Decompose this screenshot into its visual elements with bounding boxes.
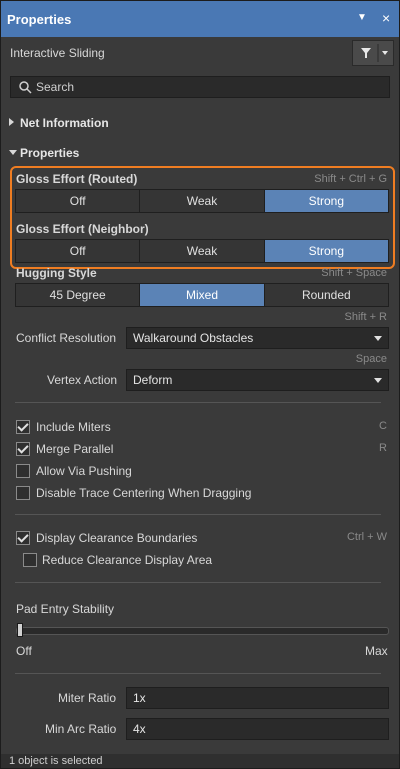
display-clearance-shortcut: Ctrl + W <box>346 531 387 543</box>
hugging-style-shortcut: Shift + Space <box>321 267 387 279</box>
gloss-routed-label: Gloss Effort (Routed) <box>16 172 138 186</box>
close-icon[interactable]: × <box>382 10 390 26</box>
section-net-information[interactable]: Net Information <box>20 116 109 130</box>
disable-trace-centering-checkbox[interactable] <box>16 486 30 500</box>
gloss-neighbor-off[interactable]: Off <box>16 240 140 262</box>
gloss-neighbor-label: Gloss Effort (Neighbor) <box>16 222 149 236</box>
reduce-clearance-label: Reduce Clearance Display Area <box>42 553 213 567</box>
include-miters-shortcut: C <box>379 420 387 432</box>
gloss-routed-shortcut: Shift + Ctrl + G <box>314 173 387 185</box>
merge-parallel-checkbox[interactable] <box>16 442 30 456</box>
miter-ratio-value: 1x <box>133 691 146 705</box>
expand-caret-icon[interactable] <box>9 118 14 126</box>
pin-dropdown-icon[interactable]: ▼ <box>357 12 367 23</box>
checkmark-icon <box>17 442 29 454</box>
checkmark-icon <box>17 531 29 543</box>
collapse-caret-icon[interactable] <box>9 150 17 155</box>
pad-entry-min-label: Off <box>16 644 32 658</box>
conflict-resolution-label: Conflict Resolution <box>16 331 117 345</box>
miter-ratio-label: Miter Ratio <box>58 691 117 705</box>
min-arc-ratio-label: Min Arc Ratio <box>45 722 117 736</box>
divider <box>15 402 381 403</box>
display-clearance-label: Display Clearance Boundaries <box>36 531 198 545</box>
merge-parallel-shortcut: R <box>379 442 387 454</box>
properties-panel: Properties ▼ × Interactive Sliding Searc… <box>0 0 400 769</box>
include-miters-checkbox[interactable] <box>16 420 30 434</box>
pad-entry-max-label: Max <box>365 644 388 658</box>
divider <box>15 582 381 583</box>
status-bar: 1 object is selected <box>1 754 399 768</box>
merge-parallel-label: Merge Parallel <box>36 442 114 456</box>
vertex-shortcut: Space <box>355 353 387 365</box>
vertex-action-label: Vertex Action <box>47 373 118 387</box>
vertex-action-value: Deform <box>133 373 173 387</box>
divider <box>15 673 381 674</box>
checkmark-icon <box>17 420 29 432</box>
search-icon <box>19 81 32 94</box>
allow-via-pushing-checkbox[interactable] <box>16 464 30 478</box>
gloss-neighbor-weak[interactable]: Weak <box>139 240 264 262</box>
filter-icon <box>361 44 388 62</box>
hugging-45-degree[interactable]: 45 Degree <box>16 284 140 306</box>
hugging-style-selector: 45 Degree Mixed Rounded <box>15 283 389 307</box>
section-properties[interactable]: Properties <box>20 146 79 160</box>
allow-via-pushing-label: Allow Via Pushing <box>36 464 132 478</box>
gloss-routed-selector: Off Weak Strong <box>15 189 389 213</box>
chevron-down-icon <box>374 336 382 341</box>
conflict-resolution-select[interactable]: Walkaround Obstacles <box>126 327 389 349</box>
hugging-style-label: Hugging Style <box>16 266 97 280</box>
gloss-routed-weak[interactable]: Weak <box>139 190 264 212</box>
pad-entry-slider-handle[interactable] <box>17 623 23 637</box>
hugging-rounded[interactable]: Rounded <box>263 284 388 306</box>
min-arc-ratio-input[interactable]: 4x <box>126 718 389 740</box>
conflict-resolution-value: Walkaround Obstacles <box>133 331 254 345</box>
divider <box>15 514 381 515</box>
hugging-mixed[interactable]: Mixed <box>139 284 264 306</box>
status-text: 1 object is selected <box>9 755 103 767</box>
pad-entry-stability-label: Pad Entry Stability <box>16 602 115 616</box>
conflict-shortcut: Shift + R <box>344 311 388 323</box>
panel-title: Properties <box>7 12 72 27</box>
chevron-down-icon <box>374 378 382 383</box>
disable-trace-centering-label: Disable Trace Centering When Dragging <box>36 486 252 500</box>
search-placeholder: Search <box>36 80 75 94</box>
display-clearance-checkbox[interactable] <box>16 531 30 545</box>
mode-label: Interactive Sliding <box>10 46 105 60</box>
vertex-action-select[interactable]: Deform <box>126 369 389 391</box>
gloss-neighbor-selector: Off Weak Strong <box>15 239 389 263</box>
search-field[interactable]: Search <box>10 76 390 98</box>
miter-ratio-input[interactable]: 1x <box>126 687 389 709</box>
gloss-routed-off[interactable]: Off <box>16 190 140 212</box>
gloss-routed-strong[interactable]: Strong <box>263 190 388 212</box>
reduce-clearance-checkbox[interactable] <box>23 553 37 567</box>
min-arc-ratio-value: 4x <box>133 722 146 736</box>
panel-titlebar[interactable]: Properties ▼ × <box>1 1 399 37</box>
gloss-neighbor-strong[interactable]: Strong <box>263 240 388 262</box>
pad-entry-slider-track[interactable] <box>16 627 389 635</box>
include-miters-label: Include Miters <box>36 420 111 434</box>
filter-button[interactable] <box>352 40 394 66</box>
